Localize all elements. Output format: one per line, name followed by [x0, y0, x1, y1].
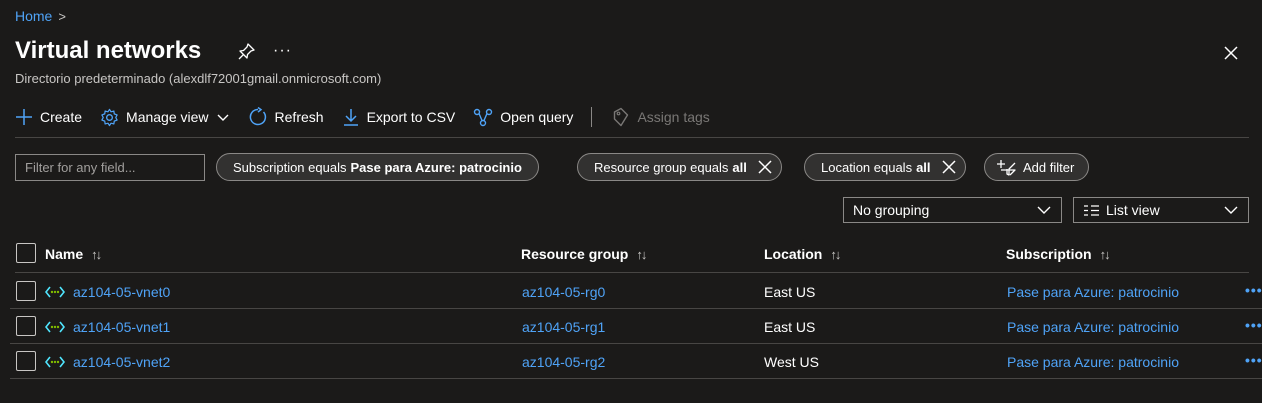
- remove-filter-icon[interactable]: [941, 159, 957, 175]
- vnet-name-link[interactable]: az104-05-vnet0: [73, 284, 170, 300]
- refresh-button[interactable]: Refresh: [248, 107, 324, 127]
- location-cell: West US: [764, 354, 819, 370]
- column-header-name-label: Name: [45, 246, 84, 262]
- row-checkbox[interactable]: [16, 351, 36, 371]
- export-csv-button[interactable]: Export to CSV: [342, 107, 456, 127]
- resource-group-link[interactable]: az104-05-rg2: [522, 354, 605, 370]
- query-icon: [474, 108, 493, 127]
- column-header-name[interactable]: Name ↑↓: [45, 246, 102, 262]
- view-select[interactable]: List view: [1073, 197, 1249, 223]
- resource-group-link[interactable]: az104-05-rg1: [522, 319, 605, 335]
- column-header-location-label: Location: [764, 246, 823, 262]
- row-more-icon[interactable]: •••: [1245, 317, 1262, 333]
- resource-group-link[interactable]: az104-05-rg0: [522, 284, 605, 300]
- directory-subtitle: Directorio predeterminado (alexdlf72001g…: [15, 71, 382, 86]
- assign-tags-label: Assign tags: [637, 109, 710, 125]
- location-filter-label: Location equals: [821, 159, 913, 175]
- toolbar-divider-line: [15, 137, 1249, 138]
- breadcrumb-chevron-icon: >: [58, 8, 66, 24]
- column-header-subscription[interactable]: Subscription ↑↓: [1006, 246, 1111, 262]
- assign-tags-button[interactable]: Assign tags: [612, 107, 710, 127]
- plus-icon: [16, 109, 32, 125]
- close-icon[interactable]: [1221, 43, 1241, 63]
- row-more-icon[interactable]: •••: [1245, 352, 1262, 368]
- sort-icon[interactable]: ↑↓: [1100, 247, 1111, 262]
- refresh-icon: [249, 107, 266, 126]
- subscription-link[interactable]: Pase para Azure: patrocinio: [1007, 284, 1179, 300]
- open-query-label: Open query: [500, 109, 574, 125]
- row-checkbox[interactable]: [16, 316, 36, 336]
- subscription-filter-value: Pase para Azure: patrocinio: [350, 159, 522, 175]
- tag-icon: [614, 107, 629, 127]
- breadcrumb-home-link[interactable]: Home: [15, 8, 52, 24]
- virtual-network-icon: [45, 356, 65, 368]
- toolbar-divider: [591, 107, 593, 127]
- table-header: Name ↑↓ Resource group ↑↓ Location ↑↓ Su…: [15, 240, 1249, 273]
- location-cell: East US: [764, 284, 816, 300]
- pin-icon[interactable]: [236, 42, 256, 62]
- chevron-down-icon: [1037, 206, 1051, 214]
- sort-icon[interactable]: ↑↓: [636, 247, 647, 262]
- column-header-subscription-label: Subscription: [1006, 246, 1092, 262]
- sort-icon[interactable]: ↑↓: [830, 247, 841, 262]
- subscription-filter-label: Subscription equals: [233, 159, 347, 175]
- create-button[interactable]: Create: [15, 108, 82, 126]
- resource-group-filter-pill[interactable]: Resource group equals all: [577, 153, 782, 181]
- list-view-icon: [1084, 204, 1099, 216]
- subscription-filter-pill[interactable]: Subscription equals Pase para Azure: pat…: [216, 153, 539, 181]
- subscription-link[interactable]: Pase para Azure: patrocinio: [1007, 354, 1179, 370]
- refresh-label: Refresh: [274, 109, 324, 125]
- chevron-down-icon: [217, 114, 229, 121]
- manage-view-button[interactable]: Manage view: [100, 108, 230, 127]
- vnet-name-link[interactable]: az104-05-vnet2: [73, 354, 170, 370]
- chevron-down-icon: [1224, 206, 1238, 214]
- column-header-resource-group[interactable]: Resource group ↑↓: [521, 246, 647, 262]
- sort-icon[interactable]: ↑↓: [91, 247, 102, 262]
- virtual-network-icon: [45, 286, 65, 298]
- create-label: Create: [40, 109, 83, 125]
- vnet-name-link[interactable]: az104-05-vnet1: [73, 319, 170, 335]
- gear-icon: [101, 108, 118, 126]
- table-row: az104-05-vnet2 az104-05-rg2 West US Pase…: [10, 344, 1262, 379]
- resource-group-filter-value: all: [732, 159, 747, 175]
- export-csv-label: Export to CSV: [366, 109, 456, 125]
- page-title: Virtual networks: [15, 37, 202, 64]
- subscription-link[interactable]: Pase para Azure: patrocinio: [1007, 319, 1179, 335]
- column-header-resource-group-label: Resource group: [521, 246, 629, 262]
- virtual-network-icon: [45, 321, 65, 333]
- table-row: az104-05-vnet1 az104-05-rg1 East US Pase…: [10, 309, 1262, 344]
- add-filter-icon: [997, 160, 1016, 176]
- grouping-select-value: No grouping: [853, 202, 930, 218]
- add-filter-button[interactable]: Add filter: [984, 153, 1090, 181]
- location-filter-value: all: [916, 159, 931, 175]
- location-cell: East US: [764, 319, 816, 335]
- resource-group-filter-label: Resource group equals: [594, 159, 729, 175]
- more-options-icon[interactable]: ···: [273, 42, 292, 60]
- row-checkbox[interactable]: [16, 281, 36, 301]
- row-more-icon[interactable]: •••: [1245, 282, 1262, 298]
- command-bar: Create Manage view Refresh Export to CSV…: [15, 104, 728, 130]
- remove-filter-icon[interactable]: [757, 159, 773, 175]
- grouping-select[interactable]: No grouping: [843, 197, 1062, 223]
- filter-input[interactable]: [15, 154, 205, 181]
- select-all-checkbox[interactable]: [16, 243, 36, 263]
- column-header-location[interactable]: Location ↑↓: [764, 246, 841, 262]
- open-query-button[interactable]: Open query: [473, 107, 573, 127]
- manage-view-label: Manage view: [126, 109, 209, 125]
- view-select-value: List view: [1106, 202, 1160, 218]
- download-icon: [343, 109, 358, 126]
- location-filter-pill[interactable]: Location equals all: [804, 153, 966, 181]
- table-row: az104-05-vnet0 az104-05-rg0 East US Pase…: [10, 274, 1262, 309]
- breadcrumb: Home >: [15, 8, 66, 24]
- add-filter-label: Add filter: [1023, 159, 1075, 175]
